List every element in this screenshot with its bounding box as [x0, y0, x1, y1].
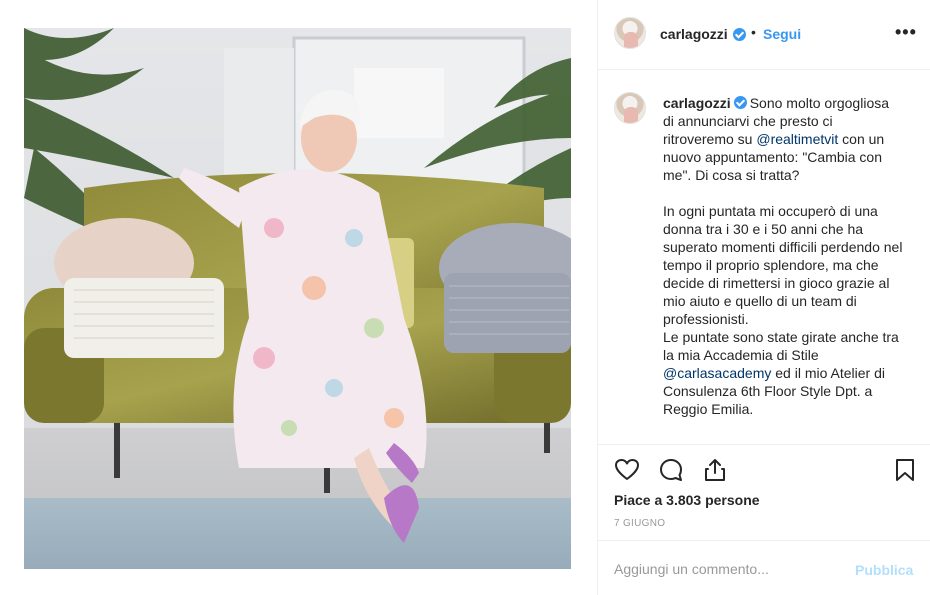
comment-input[interactable] — [614, 559, 844, 579]
action-bar — [598, 444, 930, 494]
share-icon[interactable] — [702, 457, 728, 483]
caption-username[interactable]: carlagozzi — [663, 95, 731, 111]
post-date[interactable]: 7 GIUGNO — [614, 518, 665, 529]
comment-box: Pubblica — [598, 540, 930, 595]
post-sidebar: carlagozzi • Segui ••• carlagozzi Sono mo… — [597, 0, 930, 595]
instagram-post: carlagozzi • Segui ••• carlagozzi Sono mo… — [0, 0, 930, 595]
caption: carlagozzi Sono molto orgogliosa di annun… — [663, 94, 903, 418]
more-options-icon[interactable]: ••• — [895, 22, 917, 43]
post-photo-image — [24, 28, 571, 569]
publish-button[interactable]: Pubblica — [855, 562, 913, 578]
header-username[interactable]: carlagozzi — [660, 26, 728, 42]
verified-badge-icon — [733, 28, 746, 41]
bookmark-icon[interactable] — [892, 457, 918, 483]
caption-text-2: con un nuovo appuntamento: "Cambia con m… — [663, 131, 903, 363]
mention-carlasacademy[interactable]: @carlasacademy — [663, 365, 771, 381]
follow-button[interactable]: Segui — [763, 26, 801, 42]
caption-avatar[interactable] — [614, 92, 646, 124]
post-header: carlagozzi • Segui ••• — [598, 0, 930, 70]
post-photo[interactable] — [24, 28, 571, 569]
separator-dot: • — [751, 24, 756, 40]
caption-area: carlagozzi Sono molto orgogliosa di annun… — [598, 71, 930, 443]
likes-count[interactable]: Piace a 3.803 persone — [614, 492, 760, 508]
comment-icon[interactable] — [658, 457, 684, 483]
mention-realtimetvit[interactable]: @realtimetvit — [756, 131, 838, 147]
avatar[interactable] — [614, 17, 646, 49]
verified-badge-icon — [733, 96, 747, 109]
heart-icon[interactable] — [614, 457, 640, 483]
